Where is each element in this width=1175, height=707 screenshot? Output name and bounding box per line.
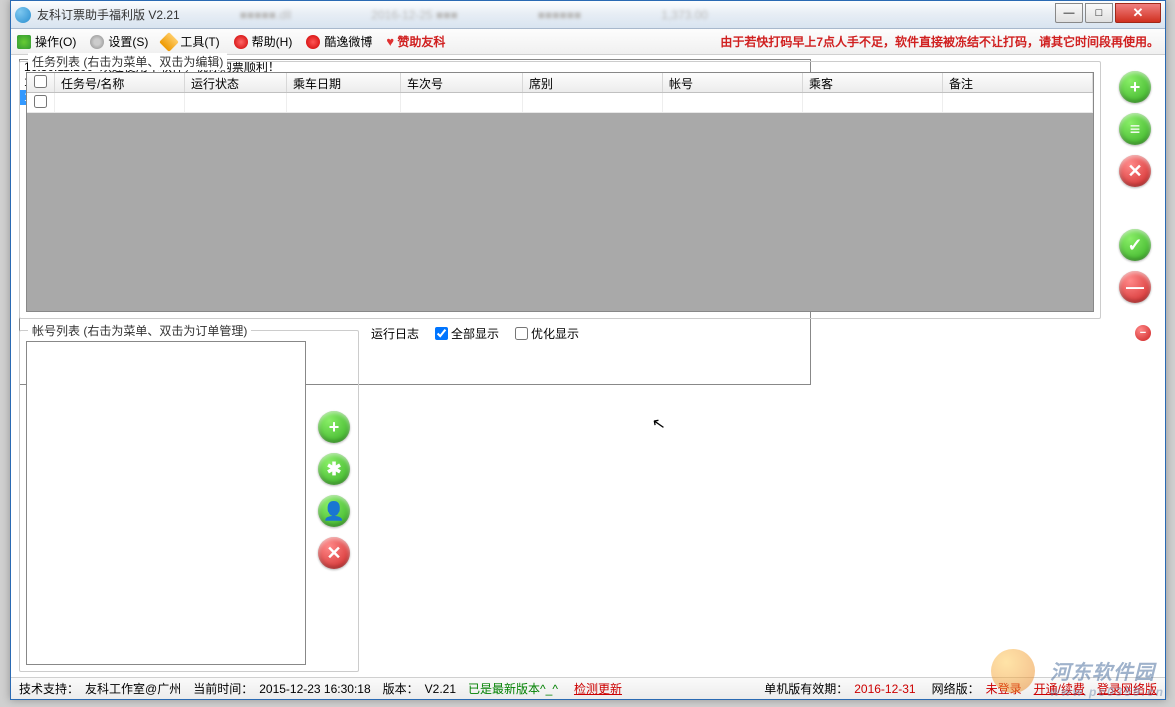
task-start-button[interactable]: ✓ [1119, 229, 1151, 261]
menu-help[interactable]: 帮助(H) [234, 33, 293, 50]
task-col-5[interactable]: 席别 [523, 73, 663, 92]
weibo-icon [306, 35, 320, 49]
task-col-1[interactable]: 任务号/名称 [55, 73, 185, 92]
titlebar[interactable]: 友科订票助手福利版 V2.21 ■■■■■.dll 2016-12-25 ■■■… [11, 1, 1165, 29]
log-show-all-checkbox[interactable]: 全部显示 [435, 325, 499, 342]
task-group-label: 任务列表 (右击为菜单、双击为编辑) [28, 53, 227, 70]
maximize-button[interactable]: □ [1085, 3, 1113, 23]
menu-tools[interactable]: 工具(T) [162, 33, 219, 50]
app-icon [15, 7, 31, 23]
user-icon [17, 35, 31, 49]
task-col-6[interactable]: 帐号 [663, 73, 803, 92]
latest-text: 已是最新版本^_^ [468, 680, 558, 697]
task-side-buttons: + ≡ ✕ [1119, 71, 1151, 187]
account-add-button[interactable]: + [318, 411, 350, 443]
account-user-button[interactable]: 👤 [318, 495, 350, 527]
check-update-link[interactable]: 检测更新 [574, 680, 622, 697]
close-button[interactable]: ✕ [1115, 3, 1161, 23]
main-window: 友科订票助手福利版 V2.21 ■■■■■.dll 2016-12-25 ■■■… [10, 0, 1166, 700]
titlebar-blur: ■■■■■.dll 2016-12-25 ■■■ ■■■■■■ 1,373.00 [240, 8, 708, 22]
log-label-text: 运行日志 [371, 325, 419, 342]
menu-weibo[interactable]: 酷逸微博 [306, 33, 372, 50]
task-add-button[interactable]: + [1119, 71, 1151, 103]
menubar: 操作(O) 设置(S) 工具(T) 帮助(H) 酷逸微博 ♥ 赞助友科 由于若快… [11, 29, 1165, 55]
account-list-group: 帐号列表 (右击为菜单、双击为订单管理) + ✱ 👤 ✕ [19, 330, 359, 672]
open-renew-link[interactable]: 开通/续费 [1034, 680, 1085, 697]
task-col-8[interactable]: 备注 [943, 73, 1093, 92]
menu-operate[interactable]: 操作(O) [17, 33, 76, 50]
task-col-0[interactable] [27, 73, 55, 92]
task-run-buttons: ✓ — [1119, 229, 1151, 303]
account-listbox[interactable] [26, 341, 306, 665]
support-value: 友科工作室@广州 [85, 680, 181, 697]
ver-label: 版本： [383, 680, 419, 697]
menu-sponsor[interactable]: ♥ 赞助友科 [386, 33, 445, 50]
standalone-value: 2016-12-31 [854, 682, 915, 696]
heart-icon: ♥ [386, 34, 394, 49]
net-label: 网络版： [932, 680, 980, 697]
task-col-4[interactable]: 车次号 [401, 73, 523, 92]
account-refresh-button[interactable]: ✱ [318, 453, 350, 485]
account-delete-button[interactable]: ✕ [318, 537, 350, 569]
wrench-icon [159, 32, 179, 52]
task-col-7[interactable]: 乘客 [803, 73, 943, 92]
gear-icon [90, 35, 104, 49]
notice-text: 由于若快打码早上7点人手不足，软件直接被冻结不让打码，请其它时间段再使用。 [720, 33, 1159, 50]
task-edit-button[interactable]: ≡ [1119, 113, 1151, 145]
task-delete-button[interactable]: ✕ [1119, 155, 1151, 187]
task-list-group: 任务列表 (右击为菜单、双击为编辑) 任务号/名称运行状态乘车日期车次号席别帐号… [19, 61, 1101, 319]
login-net-link[interactable]: 登录网络版 [1097, 680, 1157, 697]
account-group-label: 帐号列表 (右击为菜单、双击为订单管理) [28, 322, 251, 339]
time-value: 2015-12-23 16:30:18 [259, 682, 370, 696]
task-stop-button[interactable]: — [1119, 271, 1151, 303]
task-table[interactable]: 任务号/名称运行状态乘车日期车次号席别帐号乘客备注 [26, 72, 1094, 312]
standalone-label: 单机版有效期： [764, 680, 848, 697]
statusbar: 技术支持： 友科工作室@广州 当前时间： 2015-12-23 16:30:18… [11, 677, 1165, 699]
task-col-2[interactable]: 运行状态 [185, 73, 287, 92]
log-header: 运行日志 全部显示 优化显示 [371, 325, 579, 342]
task-col-3[interactable]: 乘车日期 [287, 73, 401, 92]
log-clear-button[interactable]: − [1135, 325, 1151, 341]
ver-value: V2.21 [425, 682, 456, 696]
support-label: 技术支持： [19, 680, 79, 697]
time-label: 当前时间： [193, 680, 253, 697]
log-optimize-checkbox[interactable]: 优化显示 [515, 325, 579, 342]
net-status: 未登录 [986, 680, 1022, 697]
minimize-button[interactable]: — [1055, 3, 1083, 23]
help-icon [234, 35, 248, 49]
window-title: 友科订票助手福利版 V2.21 [37, 6, 180, 23]
menu-settings[interactable]: 设置(S) [90, 33, 148, 50]
